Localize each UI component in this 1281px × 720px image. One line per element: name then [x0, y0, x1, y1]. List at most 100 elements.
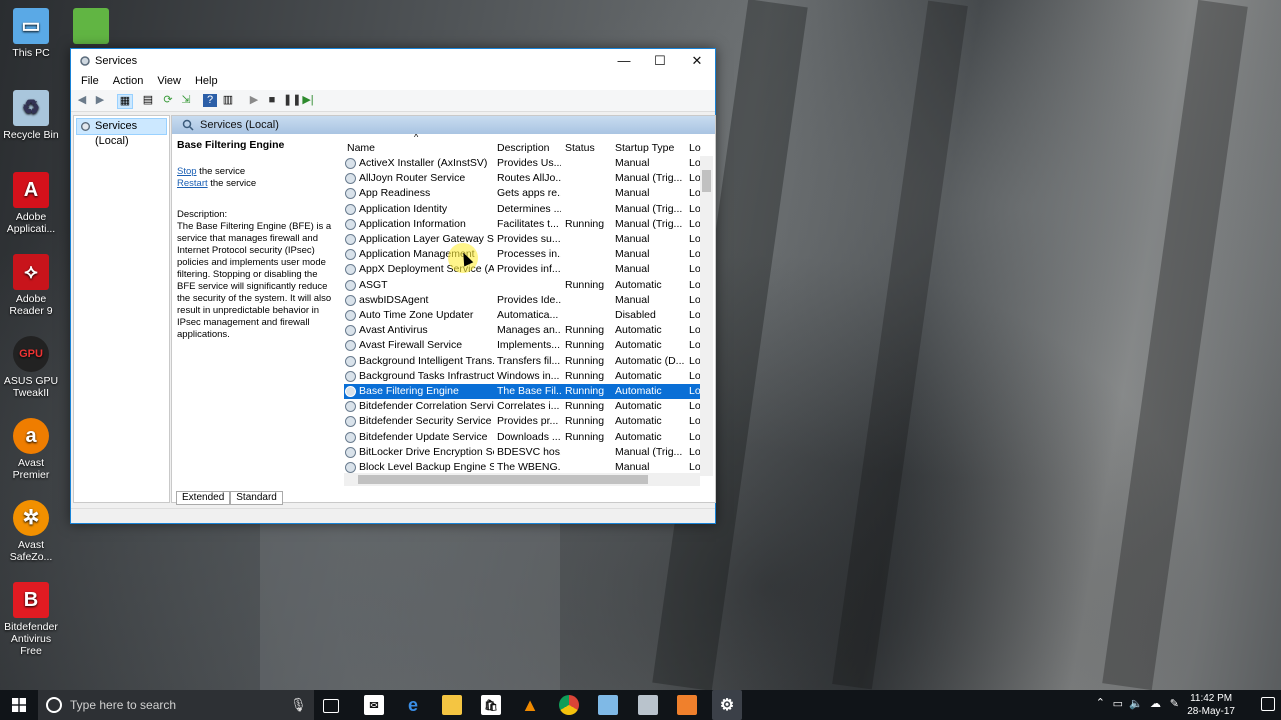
vertical-scroll-thumb[interactable] — [702, 170, 711, 192]
forward-arrow-icon[interactable]: ▶ — [93, 94, 107, 107]
taskbar-search-box[interactable]: Type here to search 🎙 — [38, 690, 314, 720]
service-startup-cell: Disabled — [615, 309, 656, 321]
chrome-icon[interactable] — [559, 695, 579, 715]
menu-file[interactable]: File — [73, 73, 105, 87]
pen-icon[interactable]: ✎ — [1170, 697, 1179, 710]
desktop-icon-avast-premier[interactable]: a Avast Premier — [0, 418, 62, 481]
menu-view[interactable]: View — [149, 73, 187, 87]
title-bar[interactable]: Services — ☐ ✕ — [71, 49, 715, 73]
desktop-icon-adobe-application[interactable]: A Adobe Applicati... — [0, 172, 62, 235]
desktop-icon-avast-safezone[interactable]: ✲ Avast SafeZo... — [0, 500, 62, 563]
column-header-logon[interactable]: Lo — [689, 142, 701, 154]
menu-help[interactable]: Help — [187, 73, 224, 87]
column-header-description[interactable]: Description — [497, 142, 550, 154]
start-button[interactable] — [0, 690, 38, 720]
bitdefender-icon: B — [13, 582, 49, 618]
horizontal-scrollbar[interactable] — [344, 473, 700, 486]
pane-header: Services (Local) — [172, 116, 715, 134]
store-icon[interactable]: 🛍 — [481, 695, 501, 715]
notepad-icon[interactable] — [598, 695, 618, 715]
view-icon[interactable]: ▥ — [221, 94, 235, 107]
services-pane: Services (Local) Base Filtering Engine S… — [171, 115, 716, 503]
service-name-cell: Avast Firewall Service — [359, 339, 463, 352]
volume-icon[interactable]: 🔈 — [1129, 697, 1143, 710]
desktop-icon-bluestacks[interactable] — [60, 8, 122, 47]
desktop-icon-this-pc[interactable]: ▭ This PC — [0, 8, 62, 59]
service-row[interactable]: Bitdefender Security Service Provides pr.… — [344, 414, 701, 429]
restart-service-link[interactable]: Restart — [177, 178, 208, 189]
service-row[interactable]: Avast Firewall Service Implements... Runni… — [344, 338, 701, 353]
service-description-cell: Provides inf... — [497, 263, 561, 276]
status-bar — [71, 508, 715, 523]
image-viewer-icon[interactable] — [677, 695, 697, 715]
stop-service-link[interactable]: Stop — [177, 166, 197, 177]
service-row[interactable]: Application Layer Gateway S... Provides s… — [344, 232, 701, 247]
vlc-icon[interactable]: ▲ — [520, 695, 540, 715]
service-status-cell: Running — [565, 385, 605, 397]
network-icon[interactable]: ▭ — [1113, 697, 1123, 710]
refresh-icon[interactable]: ⟳ — [161, 94, 175, 107]
menu-action[interactable]: Action — [105, 73, 150, 87]
edge-browser-icon[interactable]: e — [403, 695, 423, 715]
tab-extended[interactable]: Extended — [176, 491, 231, 505]
asus-gpu-icon: GPU — [13, 336, 49, 372]
action-center-icon[interactable] — [1261, 697, 1275, 711]
desktop-icon-adobe-reader[interactable]: ⟡ Adobe Reader 9 — [0, 254, 62, 317]
avast-icon: a — [13, 418, 49, 454]
service-row[interactable]: Bitdefender Update Service Downloads ... R… — [344, 430, 701, 445]
service-gear-icon — [345, 249, 356, 261]
close-button[interactable]: ✕ — [679, 49, 715, 73]
service-description-cell: Provides Ide... — [497, 293, 561, 306]
horizontal-scroll-thumb[interactable] — [358, 475, 648, 484]
clock[interactable]: 11:42 PM 28-May-17 — [1187, 692, 1235, 718]
onedrive-icon[interactable]: ☁ — [1150, 697, 1161, 710]
service-row[interactable]: AllJoyn Router Service Routes AllJo... Man… — [344, 171, 701, 186]
service-startup-cell: Manual — [615, 233, 650, 245]
service-row[interactable]: Background Tasks Infrastruct... Windows i… — [344, 369, 701, 384]
service-description-cell: Provides su... — [497, 233, 561, 245]
tab-standard[interactable]: Standard — [230, 491, 283, 505]
column-header-name[interactable]: Name — [347, 142, 375, 154]
service-row[interactable]: Base Filtering Engine The Base Fil... Runn… — [344, 384, 701, 399]
help-icon[interactable]: ? — [203, 94, 217, 107]
show-hide-tree-icon[interactable]: ▦ — [117, 94, 133, 109]
service-row[interactable]: ActiveX Installer (AxInstSV) Provides Us.… — [344, 156, 701, 171]
back-arrow-icon[interactable]: ◀ — [75, 94, 89, 107]
service-row[interactable]: Avast Antivirus Manages an... Running Autom… — [344, 323, 701, 338]
maximize-button[interactable]: ☐ — [642, 49, 678, 73]
service-gear-icon — [345, 386, 356, 397]
service-row[interactable]: BitLocker Drive Encryption Se... BDESVC h… — [344, 445, 701, 460]
services-taskbar-icon[interactable]: ⚙ — [712, 690, 742, 720]
microphone-icon[interactable]: 🎙 — [290, 697, 307, 713]
service-row[interactable]: Bitdefender Correlation Service Correlate… — [344, 399, 701, 414]
vertical-scrollbar[interactable] — [700, 156, 713, 476]
column-header-startup-type[interactable]: Startup Type — [615, 142, 674, 154]
desktop-icon-asus-gpu[interactable]: GPU ASUS GPU TweakII — [0, 336, 62, 399]
pause-service-icon[interactable]: ❚❚ — [283, 94, 301, 107]
service-row[interactable]: Background Intelligent Trans... Transfers… — [344, 354, 701, 369]
export-list-icon[interactable]: ⇲ — [179, 94, 193, 107]
service-row[interactable]: ASGT Running Automatic Lo — [344, 278, 701, 293]
service-row[interactable]: Application Management Processes in... Man… — [344, 247, 701, 262]
computer-management-icon[interactable] — [638, 695, 658, 715]
tree-node-services-local[interactable]: Services (Local) — [76, 118, 167, 147]
service-row[interactable]: AppX Deployment Service (A... Provides in… — [344, 262, 701, 277]
service-row[interactable]: App Readiness Gets apps re... Manual Lo — [344, 186, 701, 201]
minimize-button[interactable]: — — [606, 49, 642, 73]
desktop-icon-bitdefender[interactable]: B Bitdefender Antivirus Free — [0, 582, 62, 657]
properties-icon[interactable]: ▤ — [141, 94, 155, 107]
restart-service-icon[interactable]: ▶| — [301, 94, 315, 107]
service-row[interactable]: aswbIDSAgent Provides Ide... Manual Lo — [344, 293, 701, 308]
column-header-status[interactable]: Status — [565, 142, 595, 154]
service-row[interactable]: Application Information Facilitates t... R… — [344, 217, 701, 232]
desktop-icon-recycle-bin[interactable]: ♻ Recycle Bin — [0, 90, 62, 141]
service-gear-icon — [345, 188, 356, 200]
task-view-icon[interactable] — [323, 699, 339, 713]
mail-icon[interactable]: ✉ — [364, 695, 384, 715]
service-row[interactable]: Application Identity Determines ... Manual… — [344, 202, 701, 217]
service-row[interactable]: Auto Time Zone Updater Automatica... Disab… — [344, 308, 701, 323]
file-explorer-icon[interactable] — [442, 695, 462, 715]
start-service-icon[interactable]: ▶ — [247, 94, 261, 107]
chevron-up-icon[interactable]: ⌃ — [1096, 696, 1105, 709]
stop-service-icon[interactable]: ■ — [265, 94, 279, 107]
